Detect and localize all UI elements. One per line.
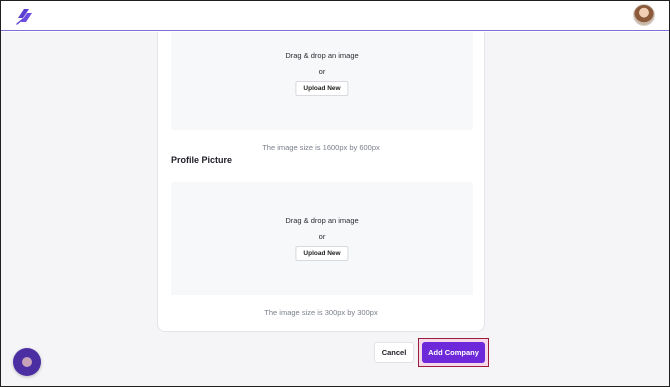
user-avatar[interactable] — [633, 4, 655, 26]
add-company-button[interactable]: Add Company — [422, 342, 485, 363]
dropzone-drag-text: Drag & drop an image — [285, 216, 359, 225]
chat-help-button[interactable] — [13, 348, 41, 376]
profile-size-hint: The image size is 300px by 300px — [264, 308, 378, 317]
top-bar — [1, 1, 669, 31]
dropzone-drag-text: Drag & drop an image — [285, 51, 359, 60]
dropzone-or-text: or — [318, 67, 326, 76]
feather-logo-icon[interactable] — [15, 6, 35, 26]
cover-upload-new-button[interactable]: Upload New — [295, 81, 349, 96]
cancel-button[interactable]: Cancel — [374, 342, 414, 363]
dropzone-or-text: or — [318, 232, 326, 241]
profile-upload-new-button[interactable]: Upload New — [295, 246, 349, 261]
cover-image-dropzone[interactable]: Drag & drop an image or Upload New — [171, 32, 473, 130]
company-form-card: Drag & drop an image or Upload New The i… — [157, 32, 485, 332]
cover-size-hint: The image size is 1600px by 600px — [262, 143, 380, 152]
profile-picture-dropzone[interactable]: Drag & drop an image or Upload New — [171, 182, 473, 295]
profile-picture-label: Profile Picture — [171, 155, 233, 165]
chat-help-icon — [22, 357, 32, 367]
